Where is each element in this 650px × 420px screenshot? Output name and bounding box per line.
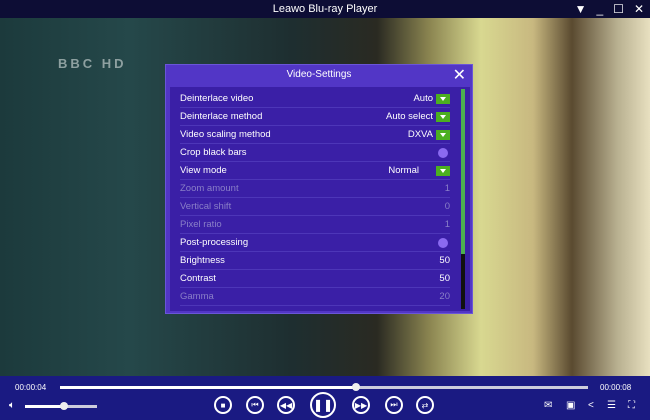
setting-value-text: DXVA: [407, 129, 433, 140]
maximize-icon[interactable]: ☐: [613, 0, 624, 18]
screenshot-icon[interactable]: ▣: [566, 400, 575, 411]
dropdown-arrow-icon[interactable]: [436, 111, 450, 122]
setting-value[interactable]: Auto: [413, 93, 450, 104]
setting-label: Video scaling method: [180, 129, 271, 140]
setting-value[interactable]: Auto select: [386, 111, 450, 122]
setting-label: Brightness: [180, 255, 225, 266]
setting-label: Vertical shift: [180, 201, 232, 212]
window-title: Leawo Blu-ray Player: [272, 3, 378, 15]
close-icon[interactable]: ✕: [634, 0, 644, 18]
title-bar: Leawo Blu-ray Player ▼ _ ☐ ✕: [0, 0, 650, 18]
setting-row: Gamma 20: [180, 288, 450, 306]
settings-list: Deinterlace video Auto Deinterlace method A…: [170, 87, 470, 311]
setting-row[interactable]: Deinterlace method Auto select: [180, 108, 450, 126]
setting-value-text: Normal: [388, 165, 419, 176]
fast-forward-icon: ▶▶: [354, 400, 368, 410]
setting-value[interactable]: [438, 237, 450, 248]
setting-value-text: 0: [444, 201, 450, 212]
setting-row[interactable]: Post-processing: [180, 234, 450, 252]
seek-handle[interactable]: [351, 383, 360, 391]
setting-value-text: 50: [439, 273, 450, 284]
playlist-icon[interactable]: ☰: [607, 400, 616, 411]
dropdown-arrow-icon[interactable]: [436, 129, 450, 140]
menu-dropdown-icon[interactable]: ▼: [575, 0, 587, 18]
setting-row[interactable]: Crop black bars: [180, 144, 450, 162]
volume-icon[interactable]: 🔈︎: [9, 400, 15, 411]
setting-label: View mode: [180, 165, 227, 176]
total-time: 00:00:08: [600, 383, 632, 392]
setting-label: Deinterlace video: [180, 93, 254, 104]
setting-value: 1: [445, 183, 450, 194]
volume-slider[interactable]: [25, 402, 97, 410]
setting-value-text: 1: [444, 183, 450, 194]
setting-value-text: Auto select: [386, 111, 433, 122]
share-icon[interactable]: <: [588, 400, 594, 411]
toggle-switch[interactable]: [438, 147, 448, 158]
channel-logo: BBC HD: [58, 56, 127, 71]
setting-label: Deinterlace method: [180, 111, 263, 122]
stop-button[interactable]: ■: [214, 396, 232, 414]
rewind-icon: ◀◀: [279, 400, 293, 410]
toggle-switch[interactable]: [438, 237, 448, 248]
fast-forward-button[interactable]: ▶▶: [352, 396, 370, 414]
dialog-title: Video-Settings: [286, 69, 352, 80]
pause-button[interactable]: ❚❚: [310, 392, 336, 418]
setting-value-text: Auto: [413, 93, 433, 104]
fullscreen-icon[interactable]: ⛶: [628, 400, 635, 411]
setting-row: Pixel ratio 1: [180, 216, 450, 234]
setting-value: 1: [445, 219, 450, 230]
setting-label: Contrast: [180, 273, 216, 284]
setting-row[interactable]: View mode Normal: [180, 162, 450, 180]
skip-forward-icon: ⏭︎: [390, 400, 398, 409]
playlist-mode-button[interactable]: ⇄: [416, 396, 434, 414]
setting-row[interactable]: Deinterlace video Auto: [180, 90, 450, 108]
minimize-icon[interactable]: _: [596, 0, 603, 18]
setting-value[interactable]: 50: [439, 273, 450, 284]
setting-label: Post-processing: [180, 237, 249, 248]
setting-label: Zoom amount: [180, 183, 239, 194]
scrollbar-thumb[interactable]: [461, 89, 465, 254]
rewind-button[interactable]: ◀◀: [277, 396, 295, 414]
current-time: 00:00:04: [15, 383, 47, 392]
next-button[interactable]: ⏭︎: [385, 396, 403, 414]
setting-value[interactable]: Normal: [388, 165, 450, 176]
skip-back-icon: ⏮︎: [251, 400, 259, 409]
setting-value-text: 20: [439, 291, 450, 302]
setting-label: Gamma: [180, 291, 214, 302]
dialog-close-icon[interactable]: ✕: [453, 65, 466, 85]
setting-value[interactable]: [438, 147, 450, 158]
previous-button[interactable]: ⏮︎: [246, 396, 264, 414]
setting-value-text: 50: [439, 255, 450, 266]
scrollbar[interactable]: [461, 89, 465, 309]
volume-handle[interactable]: [60, 402, 68, 410]
setting-label: Pixel ratio: [180, 219, 222, 230]
repeat-icon: ⇄: [421, 400, 429, 410]
setting-row[interactable]: Brightness 50: [180, 252, 450, 270]
stop-icon: ■: [220, 400, 226, 410]
setting-row: Vertical shift 0: [180, 198, 450, 216]
setting-value: 20: [439, 291, 450, 302]
setting-row: Zoom amount 1: [180, 180, 450, 198]
dropdown-arrow-icon[interactable]: [436, 165, 450, 176]
video-settings-dialog: Video-Settings ✕ Deinterlace video Auto De…: [165, 64, 473, 314]
mail-icon[interactable]: ✉: [544, 400, 552, 411]
setting-row[interactable]: Video scaling method DXVA: [180, 126, 450, 144]
setting-value[interactable]: 50: [439, 255, 450, 266]
pause-icon: ❚❚: [312, 398, 334, 412]
setting-row[interactable]: Contrast 50: [180, 270, 450, 288]
player-controls: 00:00:04 00:00:08 🔈︎ ■ ⏮︎ ◀◀ ❚❚ ▶▶ ⏭︎ ⇄ …: [0, 376, 650, 420]
setting-label: Crop black bars: [180, 147, 247, 158]
setting-value: 0: [445, 201, 450, 212]
setting-value-text: 1: [444, 219, 450, 230]
seek-bar[interactable]: [60, 383, 588, 391]
dropdown-arrow-icon[interactable]: [436, 93, 450, 104]
setting-value[interactable]: DXVA: [408, 129, 450, 140]
